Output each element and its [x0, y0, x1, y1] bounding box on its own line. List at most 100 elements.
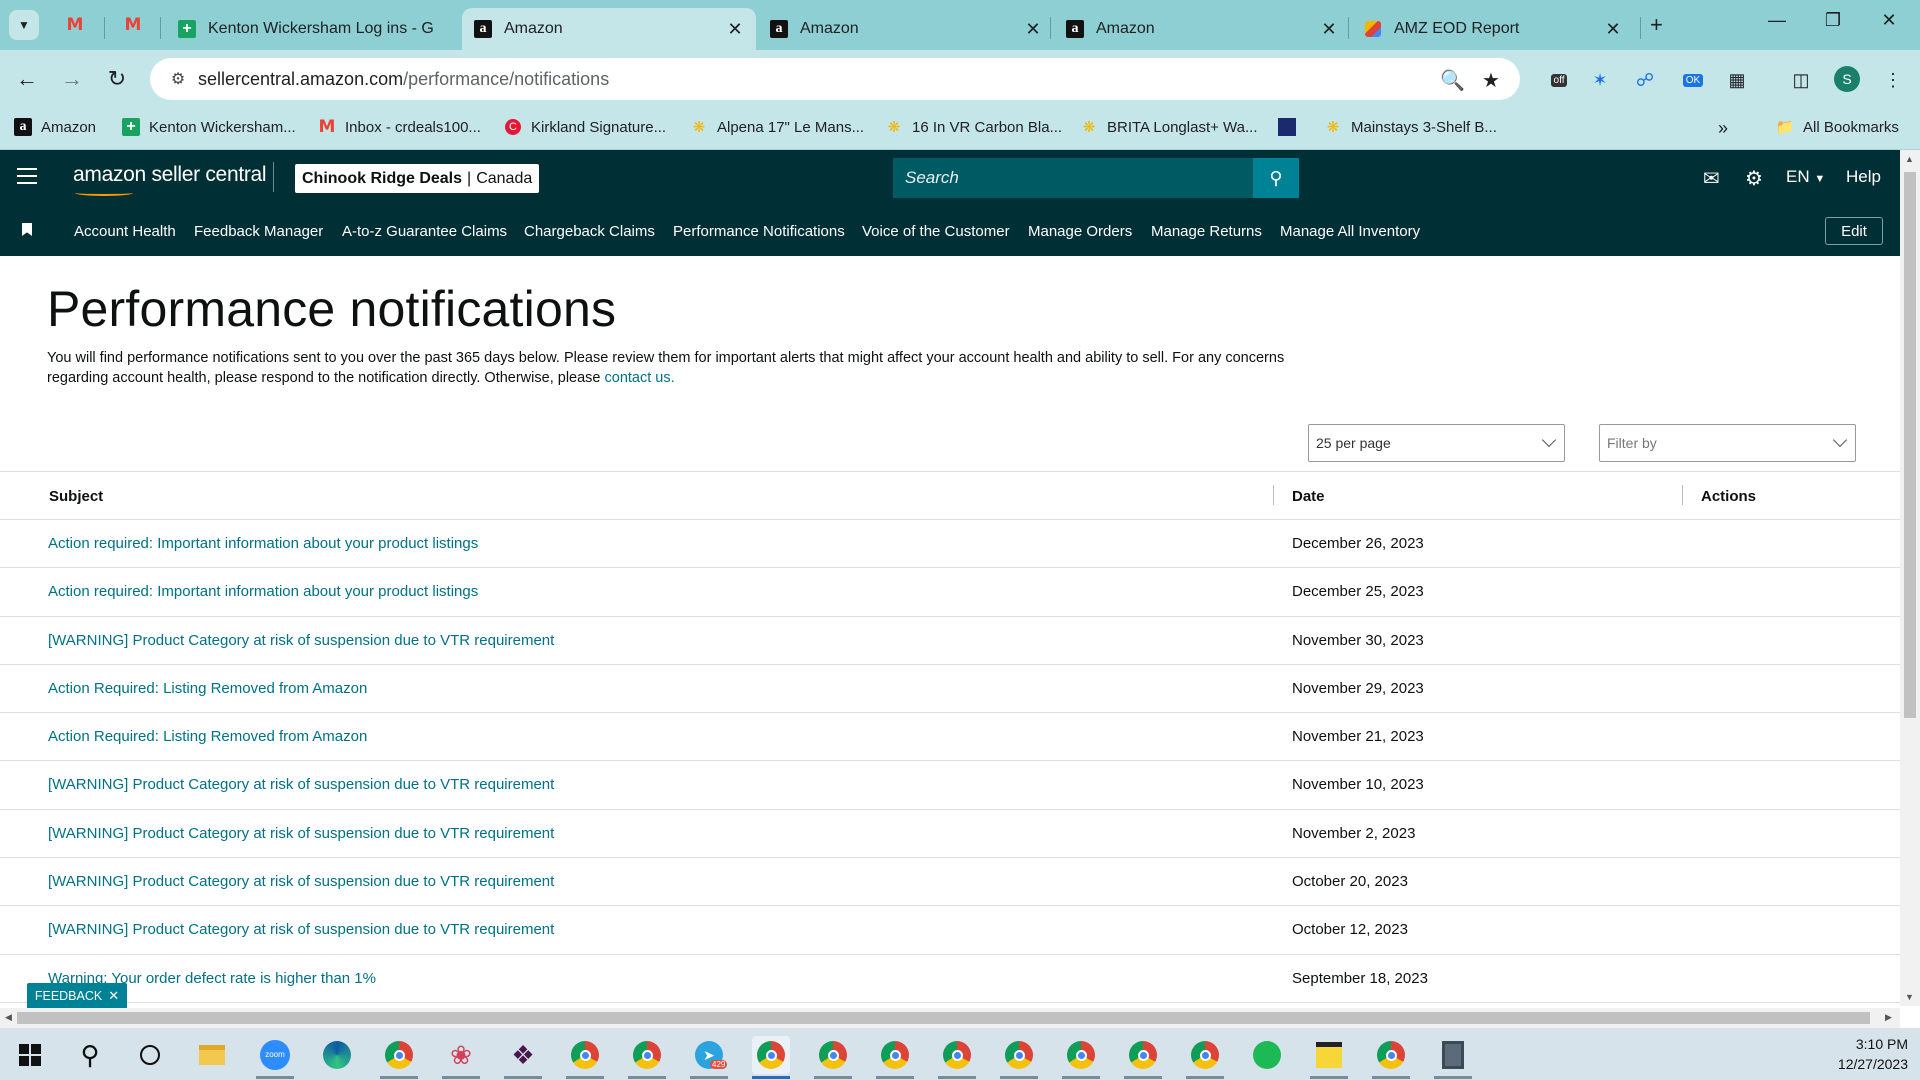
- chrome-profile-icon[interactable]: [1062, 1036, 1100, 1074]
- edit-nav-button[interactable]: Edit: [1825, 217, 1883, 245]
- spotify-icon[interactable]: [1248, 1036, 1286, 1074]
- menu-kebab-icon[interactable]: ⋮: [1880, 67, 1906, 93]
- nav-a-to-z-claims[interactable]: A-to-z Guarantee Claims: [342, 223, 507, 240]
- store-marketplace-selector[interactable]: Chinook Ridge Deals | Canada: [295, 164, 540, 193]
- chrome-profile-icon[interactable]: [1000, 1036, 1038, 1074]
- help-link[interactable]: Help: [1846, 167, 1881, 187]
- extension-off-icon[interactable]: off: [1546, 67, 1572, 93]
- chrome-profile-icon[interactable]: [876, 1036, 914, 1074]
- all-bookmarks[interactable]: 📁 All Bookmarks: [1776, 118, 1899, 137]
- nav-manage-all-inventory[interactable]: Manage All Inventory: [1280, 223, 1420, 240]
- column-header-date[interactable]: Date: [1292, 488, 1325, 505]
- profile-avatar[interactable]: S: [1834, 66, 1860, 92]
- calculator-icon[interactable]: [1434, 1036, 1472, 1074]
- notification-subject-link[interactable]: Action required: Important information a…: [48, 535, 478, 552]
- sticky-notes-icon[interactable]: [1310, 1036, 1348, 1074]
- search-icon[interactable]: ⚲: [71, 1036, 109, 1074]
- seller-central-logo[interactable]: amazon seller central: [73, 163, 267, 187]
- tab-amazon-active[interactable]: a Amazon ✕: [462, 8, 756, 50]
- tab-amazon[interactable]: a Amazon ✕: [758, 8, 1054, 50]
- slack-icon[interactable]: ❖: [504, 1036, 542, 1074]
- scrollbar-thumb[interactable]: [1904, 172, 1916, 718]
- edge-icon[interactable]: [318, 1036, 356, 1074]
- bookmark-carbon[interactable]: ❋ 16 In VR Carbon Bla...: [885, 118, 1062, 137]
- close-tab-icon[interactable]: ✕: [726, 19, 744, 40]
- telegram-icon[interactable]: ➤ 429: [690, 1036, 728, 1074]
- close-tab-icon[interactable]: ✕: [1024, 19, 1042, 40]
- bookmark-kenton[interactable]: + Kenton Wickersham...: [122, 118, 296, 136]
- reload-icon[interactable]: ↻: [102, 64, 132, 94]
- scroll-right-arrow-icon[interactable]: ▶: [1885, 1012, 1892, 1023]
- system-clock[interactable]: 3:10 PM 12/27/2023: [1838, 1034, 1908, 1074]
- nav-chargeback-claims[interactable]: Chargeback Claims: [524, 223, 655, 240]
- close-icon[interactable]: ✕: [108, 988, 119, 1004]
- pinned-tab-gmail[interactable]: M: [62, 12, 88, 38]
- search-icon[interactable]: ⚲: [1253, 158, 1299, 198]
- windows-start-icon[interactable]: [11, 1036, 49, 1074]
- restore-icon[interactable]: ❐: [1810, 10, 1856, 31]
- mail-icon[interactable]: ✉: [1703, 166, 1720, 191]
- language-selector[interactable]: EN ▼: [1786, 167, 1825, 187]
- file-explorer-icon[interactable]: [193, 1036, 231, 1074]
- scroll-left-arrow-icon[interactable]: ◀: [5, 1012, 12, 1023]
- extensions-puzzle-icon[interactable]: ▦: [1724, 67, 1750, 93]
- chrome-profile-icon[interactable]: [566, 1036, 604, 1074]
- per-page-select[interactable]: 25 per page: [1308, 424, 1565, 462]
- tab-amz-eod-report[interactable]: AMZ EOD Report ✕: [1352, 8, 1634, 50]
- back-icon[interactable]: ←: [12, 64, 42, 94]
- snipping-tool-icon[interactable]: ❀: [442, 1036, 480, 1074]
- tab-amazon[interactable]: a Amazon ✕: [1054, 8, 1350, 50]
- scroll-up-arrow-icon[interactable]: ▲: [1905, 154, 1914, 164]
- zoom-app-icon[interactable]: zoom: [256, 1036, 294, 1074]
- notification-subject-link[interactable]: [WARNING] Product Category at risk of su…: [48, 825, 554, 842]
- extension-icon[interactable]: ✶: [1587, 67, 1613, 93]
- nav-feedback-manager[interactable]: Feedback Manager: [194, 223, 323, 240]
- bookmark-icon[interactable]: [22, 223, 32, 236]
- forward-icon[interactable]: →: [57, 64, 87, 94]
- column-header-subject[interactable]: Subject: [49, 488, 103, 505]
- chrome-profile-icon[interactable]: [1124, 1036, 1162, 1074]
- chrome-profile-icon[interactable]: [628, 1036, 666, 1074]
- notification-subject-link[interactable]: Action Required: Listing Removed from Am…: [48, 728, 367, 745]
- scroll-down-arrow-icon[interactable]: ▼: [1905, 992, 1914, 1002]
- notification-subject-link[interactable]: Action Required: Listing Removed from Am…: [48, 680, 367, 697]
- nav-manage-returns[interactable]: Manage Returns: [1151, 223, 1262, 240]
- task-view-icon[interactable]: [131, 1036, 169, 1074]
- extension-link-icon[interactable]: ☍: [1632, 67, 1658, 93]
- filter-select[interactable]: Filter by: [1599, 424, 1856, 462]
- contact-us-link[interactable]: contact us.: [605, 370, 675, 386]
- side-panel-icon[interactable]: ◫: [1788, 67, 1814, 93]
- address-bar[interactable]: ⚙ sellercentral.amazon.com/performance/n…: [150, 58, 1520, 100]
- vertical-scrollbar[interactable]: ▲ ▼: [1900, 150, 1920, 1006]
- pinned-tab-gmail[interactable]: M: [120, 12, 146, 38]
- notification-subject-link[interactable]: [WARNING] Product Category at risk of su…: [48, 776, 554, 793]
- nav-manage-orders[interactable]: Manage Orders: [1028, 223, 1132, 240]
- minimize-icon[interactable]: —: [1754, 10, 1800, 31]
- tab-search-icon[interactable]: ▼: [9, 10, 39, 40]
- notification-subject-link[interactable]: Action required: Important information a…: [48, 583, 478, 600]
- bookmark-inbox[interactable]: M Inbox - crdeals100...: [318, 117, 481, 137]
- nav-performance-notifications[interactable]: Performance Notifications: [673, 223, 845, 240]
- notification-subject-link[interactable]: [WARNING] Product Category at risk of su…: [48, 632, 554, 649]
- zoom-icon[interactable]: 🔍: [1440, 68, 1465, 93]
- chrome-profile-icon[interactable]: [752, 1036, 790, 1074]
- close-window-icon[interactable]: ✕: [1866, 10, 1912, 31]
- more-bookmarks-icon[interactable]: »: [1718, 118, 1728, 139]
- close-tab-icon[interactable]: ✕: [1604, 19, 1622, 40]
- close-tab-icon[interactable]: ✕: [1320, 19, 1338, 40]
- gear-icon[interactable]: ⚙: [1745, 166, 1763, 191]
- hamburger-menu-icon[interactable]: [17, 168, 37, 184]
- notification-subject-link[interactable]: [WARNING] Product Category at risk of su…: [48, 921, 554, 938]
- scrollbar-thumb[interactable]: [17, 1012, 1870, 1024]
- chrome-profile-icon[interactable]: [814, 1036, 852, 1074]
- site-info-icon[interactable]: ⚙: [158, 69, 198, 89]
- search-input[interactable]: Search: [893, 168, 1253, 188]
- bookmark-alpena[interactable]: ❋ Alpena 17" Le Mans...: [690, 118, 864, 137]
- nav-account-health[interactable]: Account Health: [74, 223, 176, 240]
- nav-voice-of-customer[interactable]: Voice of the Customer: [862, 223, 1010, 240]
- tab-kenton[interactable]: + Kenton Wickersham Log ins - G: [166, 8, 462, 50]
- bookmark-amazon[interactable]: a Amazon: [14, 118, 96, 136]
- chrome-profile-icon[interactable]: [1186, 1036, 1224, 1074]
- chrome-profile-icon[interactable]: [1372, 1036, 1410, 1074]
- bookmark-star-icon[interactable]: ★: [1482, 68, 1500, 93]
